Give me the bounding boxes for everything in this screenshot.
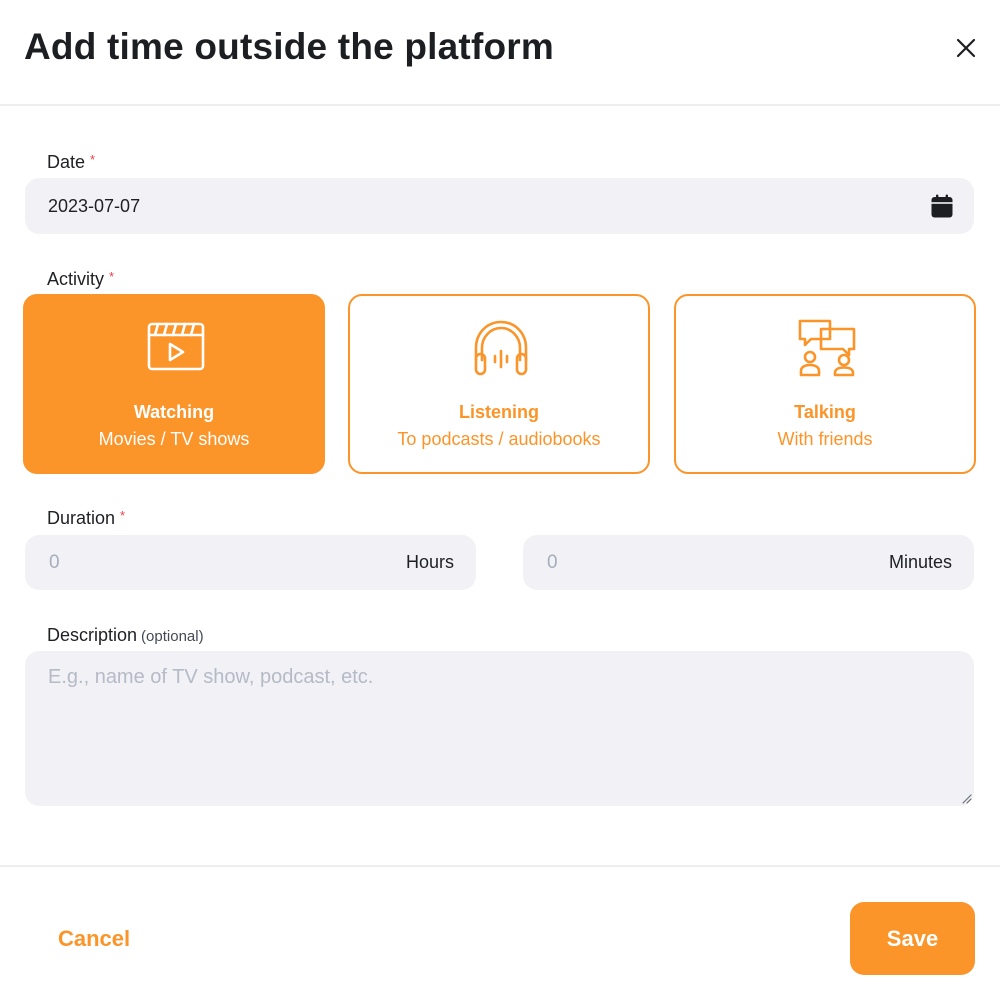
description-placeholder: E.g., name of TV show, podcast, etc.	[48, 666, 374, 688]
description-label: Description (optional)	[47, 625, 204, 645]
activity-option-talking[interactable]: Talking With friends	[674, 294, 976, 474]
dialog-title: Add time outside the platform	[24, 26, 554, 67]
hours-unit: Hours	[405, 552, 454, 572]
chat-people-icon	[798, 319, 856, 377]
activity-option-subtitle: To podcasts / audiobooks	[397, 429, 601, 449]
activity-option-title: Talking	[794, 402, 856, 422]
cancel-button[interactable]: Cancel	[58, 926, 130, 952]
required-mark: *	[90, 152, 96, 167]
activity-option-listening[interactable]: Listening To podcasts / audiobooks	[348, 294, 650, 474]
minutes-unit: Minutes	[888, 552, 952, 572]
dialog-header: Add time outside the platform	[0, 0, 1000, 106]
clapperboard-play-icon	[147, 322, 205, 371]
required-mark: *	[120, 508, 126, 523]
footer-divider	[0, 865, 1000, 867]
save-button[interactable]: Save	[850, 902, 975, 975]
required-mark: *	[109, 269, 115, 284]
minutes-input[interactable]: 0 Minutes	[523, 535, 974, 590]
headphones-icon	[474, 320, 528, 376]
activity-option-watching[interactable]: Watching Movies / TV shows	[23, 294, 325, 474]
optional-note: (optional)	[141, 628, 204, 645]
resize-handle-icon[interactable]	[960, 792, 972, 804]
description-textarea[interactable]: E.g., name of TV show, podcast, etc.	[25, 651, 974, 806]
activity-option-subtitle: Movies / TV shows	[98, 429, 250, 449]
date-input[interactable]: 2023-07-07	[25, 178, 974, 234]
close-icon[interactable]	[951, 33, 981, 63]
date-label: Date *	[47, 152, 96, 172]
activity-label: Activity *	[47, 269, 115, 289]
hours-placeholder: 0	[49, 552, 60, 573]
minutes-placeholder: 0	[547, 552, 558, 573]
hours-input[interactable]: 0 Hours	[25, 535, 476, 590]
activity-option-subtitle: With friends	[777, 429, 873, 449]
activity-option-title: Listening	[459, 402, 539, 422]
date-value: 2023-07-07	[48, 196, 141, 216]
calendar-icon[interactable]	[931, 194, 953, 218]
duration-label: Duration *	[47, 508, 126, 528]
activity-option-title: Watching	[133, 402, 215, 422]
